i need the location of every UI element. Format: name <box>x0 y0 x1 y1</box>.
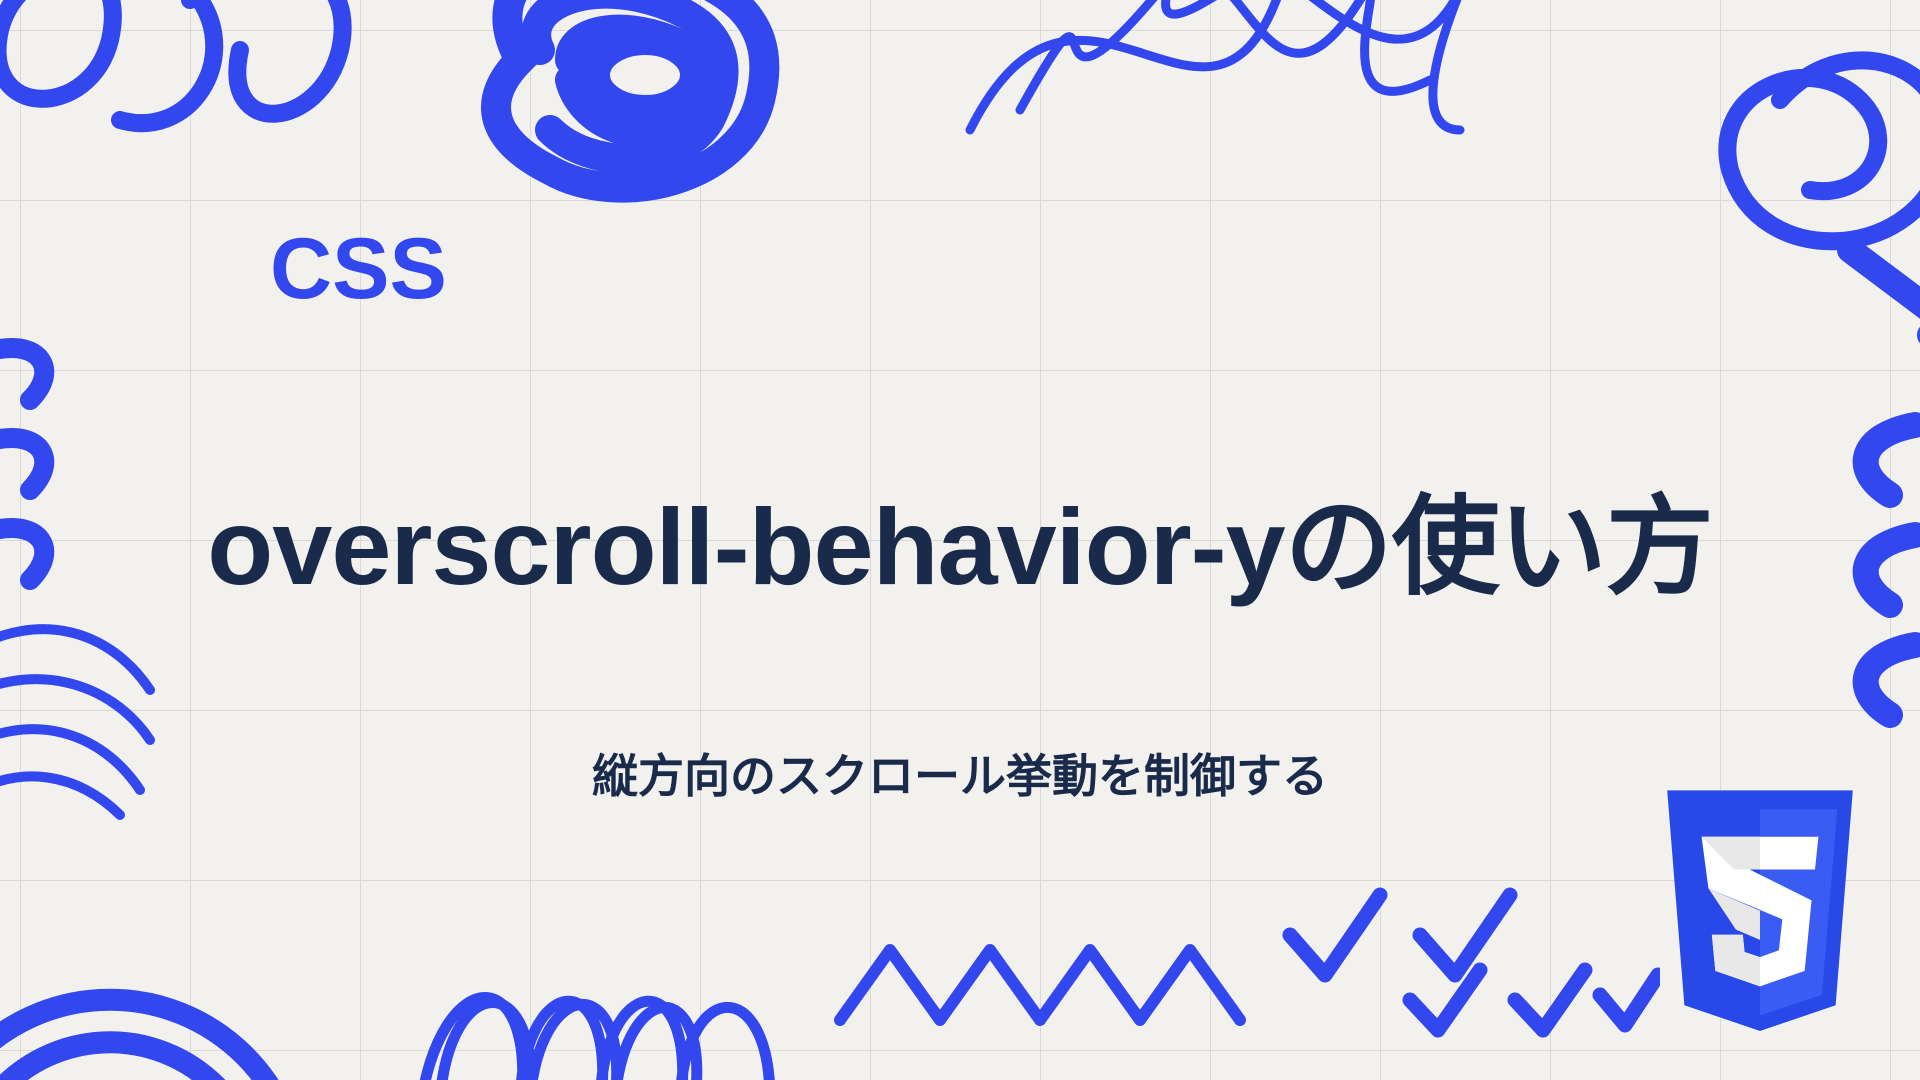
category-label: CSS <box>270 220 447 319</box>
page-title: overscroll-behavior-yの使い方 <box>207 460 1712 616</box>
page-subtitle: 縦方向のスクロール挙動を制御する <box>592 740 1328 806</box>
